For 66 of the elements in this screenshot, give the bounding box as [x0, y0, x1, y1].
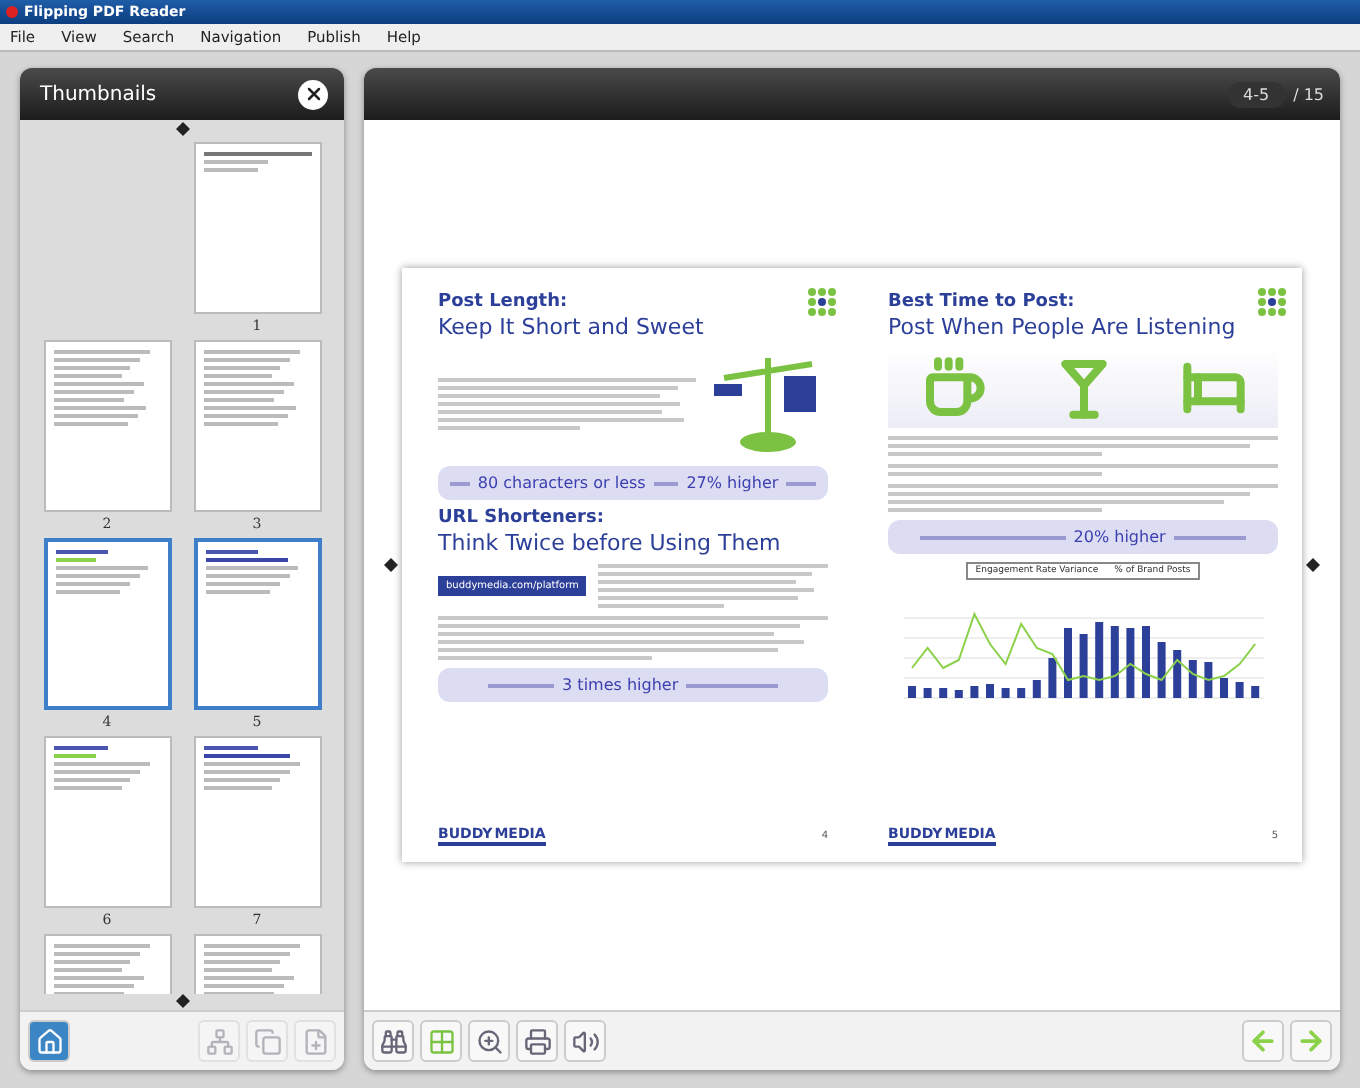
chart-bar	[908, 686, 916, 698]
dots-icon	[1258, 288, 1286, 316]
close-icon	[303, 84, 323, 104]
chart-bar	[1173, 650, 1182, 698]
dots-icon	[808, 288, 836, 316]
page-thumbnail[interactable]	[193, 736, 321, 908]
section-subtitle: Post When People Are Listening	[888, 314, 1238, 340]
page-thumbnail[interactable]	[193, 142, 321, 314]
scroll-handle-icon[interactable]	[384, 558, 398, 572]
page-total: / 15	[1293, 85, 1324, 103]
page-thumbnail[interactable]	[43, 736, 171, 908]
chart-bar	[1032, 680, 1041, 698]
hierarchy-icon	[205, 1027, 233, 1055]
chart-bar	[1220, 678, 1228, 698]
section-subtitle: Keep It Short and Sweet	[438, 314, 706, 340]
chart-bar	[1235, 682, 1244, 698]
scroll-handle-icon[interactable]	[1306, 558, 1320, 572]
chart-bar	[1048, 658, 1057, 698]
chart-bar	[1110, 626, 1119, 698]
chart-bar	[1079, 634, 1088, 698]
chart-bar	[1064, 628, 1072, 698]
section-title: Post Length:	[438, 292, 568, 312]
callout-text: 27% higher	[686, 474, 779, 492]
chart-bar	[1157, 642, 1166, 698]
chart-bar	[970, 686, 979, 698]
right-arrow-icon	[1296, 1026, 1326, 1056]
page-field[interactable]: 4-5	[1227, 81, 1286, 107]
chart-bar	[1251, 686, 1260, 698]
home-button[interactable]	[28, 1020, 70, 1062]
page-thumbnail[interactable]	[43, 538, 171, 710]
panel-title: Thumbnails	[40, 83, 157, 105]
coffee-cup-icon	[921, 356, 985, 420]
speaker-icon	[571, 1027, 599, 1055]
page-thumbnail[interactable]	[193, 538, 321, 710]
chart-bar	[1001, 688, 1010, 698]
chart-bar	[1126, 628, 1135, 698]
pages-icon	[253, 1027, 281, 1055]
chart-bar	[954, 690, 963, 698]
chart-bar	[1142, 626, 1150, 698]
binoculars-icon	[379, 1027, 407, 1055]
section-title: Best Time to Post:	[888, 292, 1075, 312]
page-thumbnail[interactable]	[193, 340, 321, 512]
chart-bar	[1017, 688, 1026, 698]
add-page-icon	[301, 1027, 329, 1055]
callout-text: 80 characters or less	[477, 474, 646, 492]
zoom-button[interactable]	[468, 1020, 510, 1062]
page-thumbnail[interactable]	[43, 340, 171, 512]
section-subtitle: Think Twice before Using Them	[438, 530, 783, 556]
app-icon	[6, 6, 18, 18]
chart-bar	[1095, 622, 1104, 698]
chart-bar	[939, 688, 948, 698]
callout-text: 20% higher	[1073, 528, 1166, 546]
grid-icon	[427, 1027, 455, 1055]
chart-bar	[1204, 662, 1213, 698]
sound-button[interactable]	[564, 1020, 606, 1062]
print-icon	[523, 1027, 551, 1055]
chart-bar	[1188, 660, 1197, 698]
callout-text: 3 times higher	[562, 676, 679, 694]
close-button[interactable]	[298, 79, 328, 109]
chart-bar	[923, 688, 932, 698]
search-button[interactable]	[372, 1020, 414, 1062]
print-button[interactable]	[516, 1020, 558, 1062]
chart-bar	[986, 684, 994, 698]
zoom-icon	[475, 1027, 503, 1055]
section-title: URL Shorteners:	[438, 508, 604, 528]
home-icon	[35, 1027, 63, 1055]
